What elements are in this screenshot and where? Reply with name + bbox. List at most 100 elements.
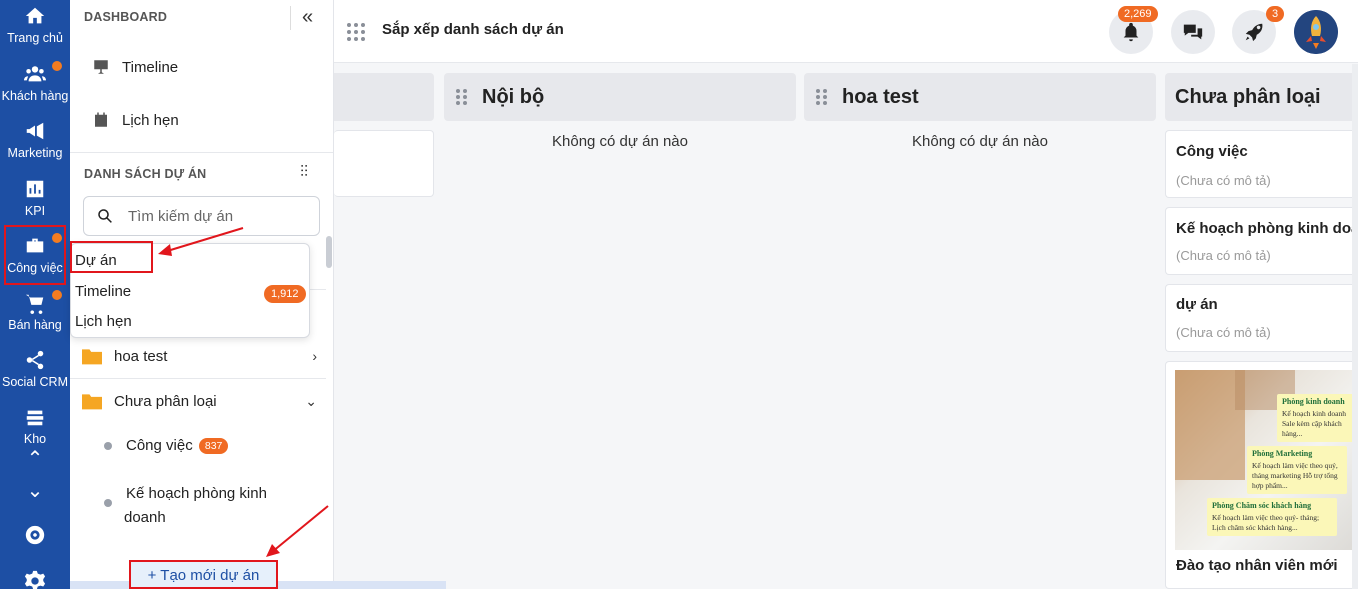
folder-open-icon bbox=[82, 394, 102, 410]
rail-item-kpi[interactable]: KPI bbox=[0, 178, 70, 218]
megaphone-icon bbox=[0, 120, 70, 144]
page-title: Sắp xếp danh sách dự án bbox=[382, 21, 564, 38]
empty-message: Không có dự án nào bbox=[552, 133, 688, 150]
column-title: hoa test bbox=[842, 85, 919, 108]
presentation-icon bbox=[94, 60, 108, 74]
card-title: Công việc bbox=[1176, 143, 1248, 160]
rail-item-label: Trang chủ bbox=[7, 31, 63, 45]
card-title: Kế hoạch phòng kinh doanh bbox=[1176, 220, 1358, 237]
project-cover-image: Phòng kinh doanh Kế hoạch kinh doanh Sal… bbox=[1175, 370, 1358, 550]
note-body: Kế hoạch kinh doanh Sale kèm cặp khách h… bbox=[1282, 409, 1346, 438]
note-body: Kế hoạch làm việc theo quý, tháng market… bbox=[1252, 461, 1338, 490]
bullet bbox=[104, 442, 112, 450]
rail-item-label: Khách hàng bbox=[1, 89, 69, 103]
lifebuoy-icon[interactable] bbox=[0, 524, 70, 549]
chat-icon bbox=[1183, 24, 1203, 40]
card-description: (Chưa có mô tả) bbox=[1176, 248, 1271, 263]
drag-handle-icon bbox=[816, 89, 832, 105]
menu-item-appointments[interactable]: Lịch hẹn bbox=[75, 313, 132, 330]
dashboard-heading: DASHBOARD bbox=[84, 10, 168, 24]
drag-handle-icon bbox=[456, 89, 472, 105]
rocket-count-badge: 3 bbox=[1266, 6, 1285, 22]
calendar-icon bbox=[95, 112, 107, 127]
chevron-right-icon: › bbox=[312, 348, 317, 364]
left-rail: Trang chủ Khách hàng Marketing KPI Công … bbox=[0, 0, 70, 589]
sidebar-scrollbar[interactable] bbox=[326, 236, 332, 268]
sticky-note: Phòng Chăm sóc khách hàng Kế hoạch làm v… bbox=[1207, 498, 1337, 536]
card-title: Đào tạo nhân viên mới bbox=[1176, 557, 1338, 574]
nav-item-label: Timeline bbox=[122, 58, 179, 76]
column-title: Nội bộ bbox=[482, 85, 545, 108]
count-badge: 1,912 bbox=[264, 285, 306, 303]
folder-label: hoa test bbox=[114, 347, 168, 365]
folder-unclassified[interactable]: Chưa phân loại ⌄ bbox=[70, 379, 325, 423]
rail-item-label: Bán hàng bbox=[8, 318, 62, 332]
column-header-partial[interactable] bbox=[334, 73, 434, 121]
card-title: dự án bbox=[1176, 296, 1218, 313]
chevron-down-icon: ⌄ bbox=[305, 392, 317, 409]
rail-item-label: KPI bbox=[24, 204, 46, 218]
nav-item-timeline[interactable]: Timeline bbox=[92, 58, 178, 76]
rail-item-warehouse[interactable]: Kho bbox=[0, 406, 70, 446]
column-header-hoa-test[interactable]: hoa test bbox=[804, 73, 1156, 121]
chat-button[interactable] bbox=[1171, 10, 1215, 54]
partial-card[interactable] bbox=[334, 130, 434, 197]
notification-dot bbox=[52, 290, 62, 300]
notification-count-badge: 2,269 bbox=[1118, 6, 1158, 22]
nav-item-appointments[interactable]: Lịch hẹn bbox=[92, 111, 179, 129]
bell-icon bbox=[1123, 22, 1139, 42]
drag-handle-icon bbox=[346, 21, 366, 41]
rail-item-home[interactable]: Trang chủ bbox=[0, 5, 70, 45]
share-icon bbox=[0, 349, 70, 373]
gear-icon[interactable] bbox=[0, 570, 70, 589]
search-input[interactable] bbox=[128, 207, 308, 225]
rail-item-marketing[interactable]: Marketing bbox=[0, 120, 70, 160]
project-search[interactable] bbox=[83, 196, 320, 236]
home-icon bbox=[0, 5, 70, 29]
project-card[interactable]: Kế hoạch phòng kinh doanh (Chưa có mô tả… bbox=[1165, 207, 1358, 275]
note-heading: Phòng Marketing bbox=[1252, 449, 1313, 458]
sub-item-cong-viec[interactable]: Công việc 837 bbox=[126, 437, 229, 455]
project-card[interactable]: Công việc (Chưa có mô tả) bbox=[1165, 130, 1358, 198]
chevron-up-icon[interactable]: ⌃ bbox=[0, 446, 70, 471]
sub-item-label: Kế hoạch phòng kinh bbox=[126, 485, 267, 502]
rocket-icon bbox=[1245, 23, 1263, 42]
highlight-box bbox=[70, 241, 153, 273]
sub-item-label: doanh bbox=[124, 509, 166, 526]
top-header: Sắp xếp danh sách dự án 2,269 3 bbox=[334, 0, 1358, 63]
highlight-box bbox=[129, 560, 278, 589]
note-body: Kế hoạch làm việc theo quý- tháng; Lịch … bbox=[1212, 513, 1320, 533]
rail-item-label: Kho bbox=[23, 432, 47, 446]
folder-icon bbox=[82, 349, 102, 365]
sticky-note: Phòng kinh doanh Kế hoạch kinh doanh Sal… bbox=[1277, 394, 1355, 442]
rail-item-label: Marketing bbox=[7, 146, 63, 160]
folder-hoa-test[interactable]: hoa test › bbox=[70, 334, 325, 378]
count-badge: 837 bbox=[198, 438, 229, 455]
empty-message: Không có dự án nào bbox=[912, 133, 1048, 150]
sub-item-ke-hoach[interactable]: Kế hoạch phòng kinh doanh bbox=[124, 482, 267, 530]
card-description: (Chưa có mô tả) bbox=[1176, 325, 1271, 340]
column-header-chua-phan-loai[interactable]: Chưa phân loại bbox=[1165, 73, 1358, 121]
avatar[interactable] bbox=[1294, 10, 1338, 54]
card-description: (Chưa có mô tả) bbox=[1176, 173, 1271, 188]
rocket-avatar-icon bbox=[1294, 10, 1338, 54]
bullet bbox=[104, 499, 112, 507]
collapse-sidebar-button[interactable]: « bbox=[290, 6, 324, 30]
column-header-noi-bo[interactable]: Nội bộ bbox=[444, 73, 796, 121]
stack-icon bbox=[0, 406, 70, 430]
sticky-note: Phòng Marketing Kế hoạch làm việc theo q… bbox=[1247, 446, 1347, 494]
nav-item-label: Lịch hẹn bbox=[122, 111, 179, 129]
rail-item-label: Social CRM bbox=[2, 375, 68, 389]
notification-dot bbox=[52, 61, 62, 71]
filter-icon[interactable]: ⫶⫶ bbox=[300, 164, 308, 182]
project-card[interactable]: dự án (Chưa có mô tả) bbox=[1165, 284, 1358, 352]
projects-heading: DANH SÁCH DỰ ÁN bbox=[84, 167, 207, 181]
rail-item-social-crm[interactable]: Social CRM bbox=[0, 349, 70, 389]
menu-item-timeline[interactable]: Timeline bbox=[75, 283, 131, 300]
search-icon bbox=[98, 209, 112, 223]
chevron-down-icon[interactable]: ⌄ bbox=[0, 478, 70, 503]
board-scrollbar[interactable] bbox=[1352, 64, 1358, 589]
note-heading: Phòng kinh doanh bbox=[1282, 397, 1345, 406]
note-heading: Phòng Chăm sóc khách hàng bbox=[1212, 501, 1312, 510]
bar-chart-icon bbox=[0, 178, 70, 202]
